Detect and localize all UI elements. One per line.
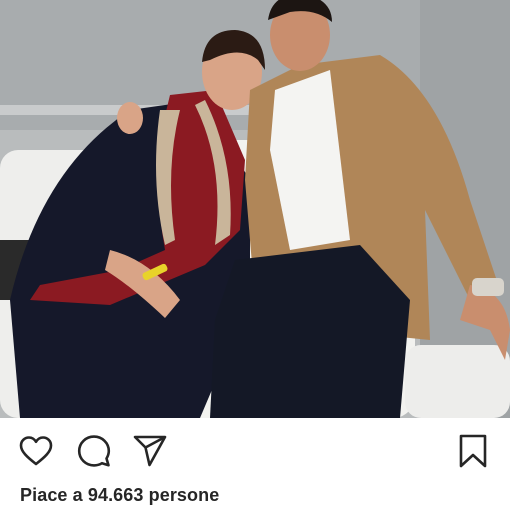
like-button[interactable] (18, 433, 54, 469)
save-button[interactable] (455, 433, 491, 469)
bookmark-icon (459, 434, 487, 468)
comment-button[interactable] (76, 433, 112, 469)
post-action-bar (0, 418, 510, 484)
heart-icon (19, 436, 53, 466)
send-icon (133, 435, 167, 467)
instagram-post: Piace a 94.663 persone (0, 0, 510, 510)
share-button[interactable] (132, 433, 168, 469)
likes-count[interactable]: Piace a 94.663 persone (20, 485, 219, 506)
post-photo[interactable] (0, 0, 510, 418)
post-photo-illustration (0, 0, 510, 418)
comment-icon (77, 435, 111, 467)
